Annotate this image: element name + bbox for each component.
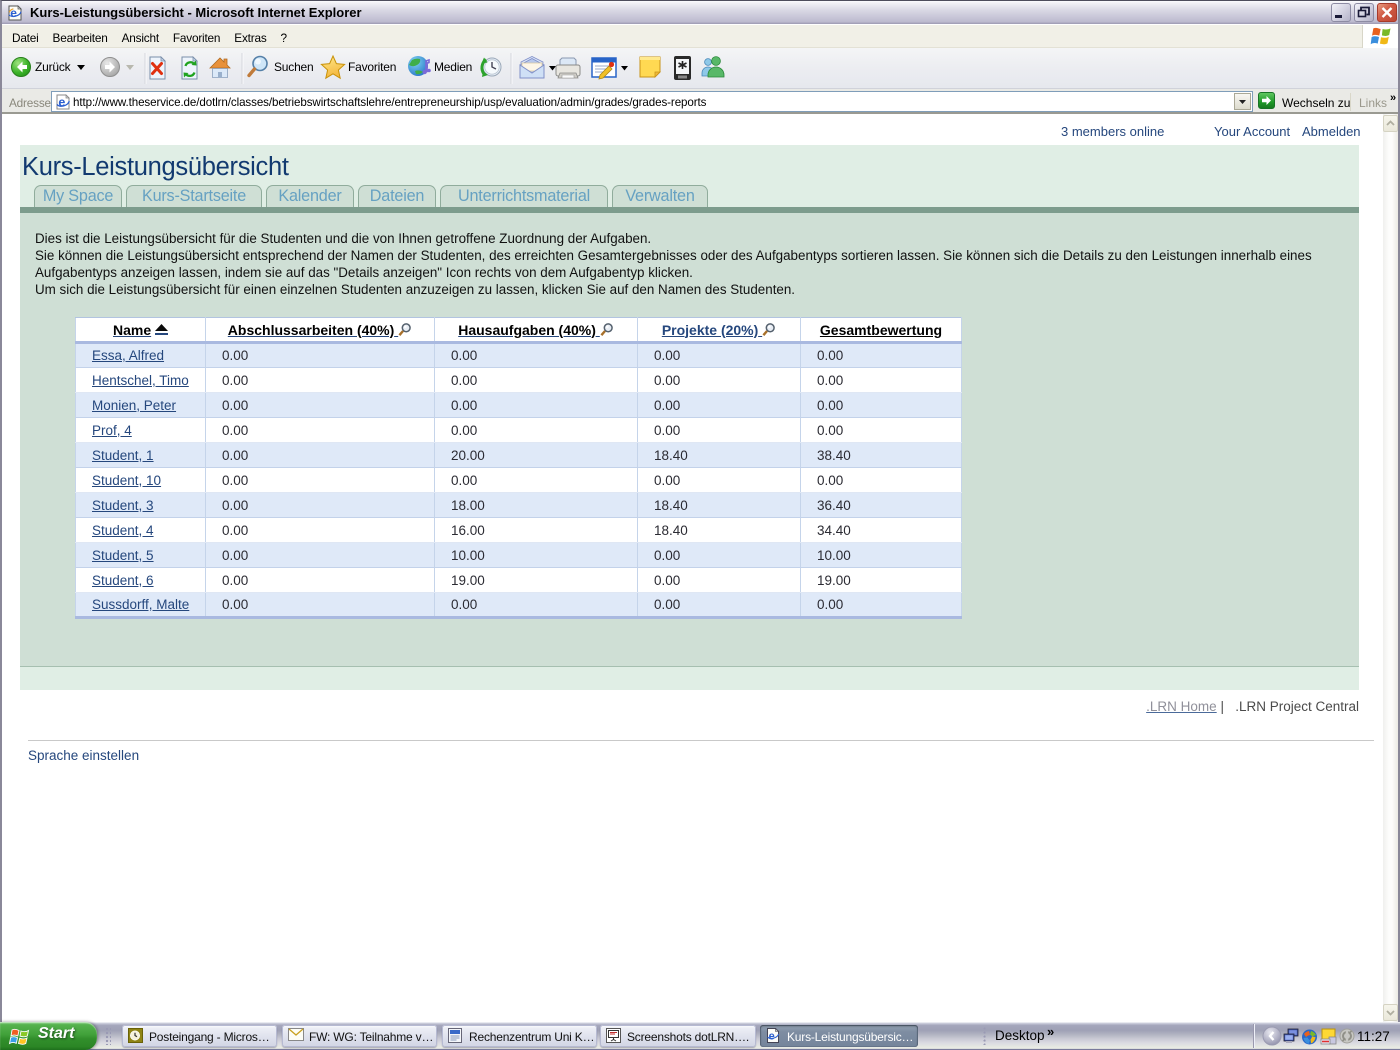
svg-text:Favoriten: Favoriten xyxy=(348,60,396,74)
svg-text:Zurück: Zurück xyxy=(35,60,72,74)
svg-text:Suchen: Suchen xyxy=(274,60,314,74)
svg-text:e: e xyxy=(58,96,65,110)
svg-text:e: e xyxy=(769,1030,775,1042)
svg-text:Medien: Medien xyxy=(434,60,472,74)
svg-text:e: e xyxy=(10,6,17,20)
